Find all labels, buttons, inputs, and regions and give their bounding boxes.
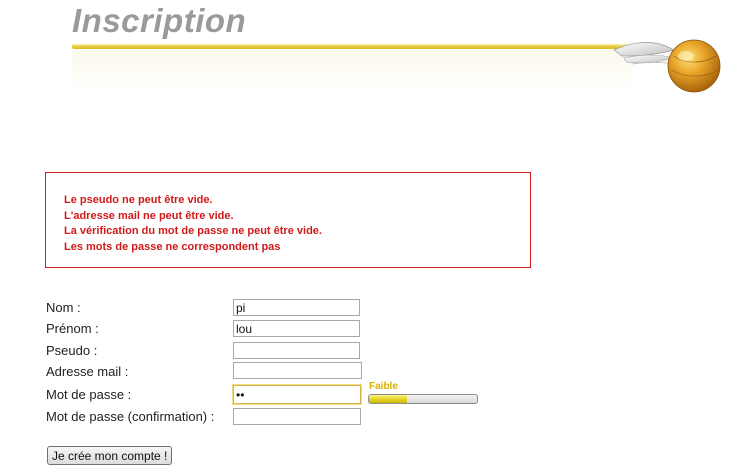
create-account-button[interactable]: Je crée mon compte ! bbox=[47, 446, 173, 465]
error-message: La vérification du mot de passe ne peut … bbox=[64, 225, 322, 237]
nom-label: Nom : bbox=[46, 300, 81, 315]
password-strength-fill bbox=[369, 395, 407, 403]
password-label: Mot de passe : bbox=[46, 387, 132, 402]
password-input[interactable] bbox=[233, 385, 361, 404]
pseudo-input[interactable] bbox=[233, 342, 360, 359]
title-underline bbox=[72, 44, 632, 49]
error-box: Le pseudo ne peut être vide. L'adresse m… bbox=[45, 172, 531, 268]
error-list: Le pseudo ne peut être vide. L'adresse m… bbox=[64, 193, 322, 255]
password-confirm-input[interactable] bbox=[233, 408, 361, 425]
page-header: Inscription bbox=[0, 0, 729, 100]
prenom-label: Prénom : bbox=[46, 321, 99, 336]
nom-input[interactable] bbox=[233, 299, 360, 316]
password-confirm-label: Mot de passe (confirmation) : bbox=[46, 409, 215, 424]
password-strength-label: Faible bbox=[369, 381, 398, 392]
title-underline-shadow bbox=[72, 50, 632, 94]
page-title: Inscription bbox=[72, 2, 247, 39]
email-input[interactable] bbox=[233, 362, 362, 379]
pseudo-label: Pseudo : bbox=[46, 343, 98, 358]
golden-snitch-icon bbox=[613, 39, 721, 93]
email-label: Adresse mail : bbox=[46, 364, 129, 379]
error-message: L'adresse mail ne peut être vide. bbox=[64, 209, 234, 222]
password-strength-meter bbox=[368, 394, 478, 404]
error-message: Les mots de passe ne correspondent pas bbox=[64, 240, 281, 253]
prenom-input[interactable] bbox=[233, 320, 360, 337]
error-message: Le pseudo ne peut être vide. bbox=[64, 194, 213, 206]
